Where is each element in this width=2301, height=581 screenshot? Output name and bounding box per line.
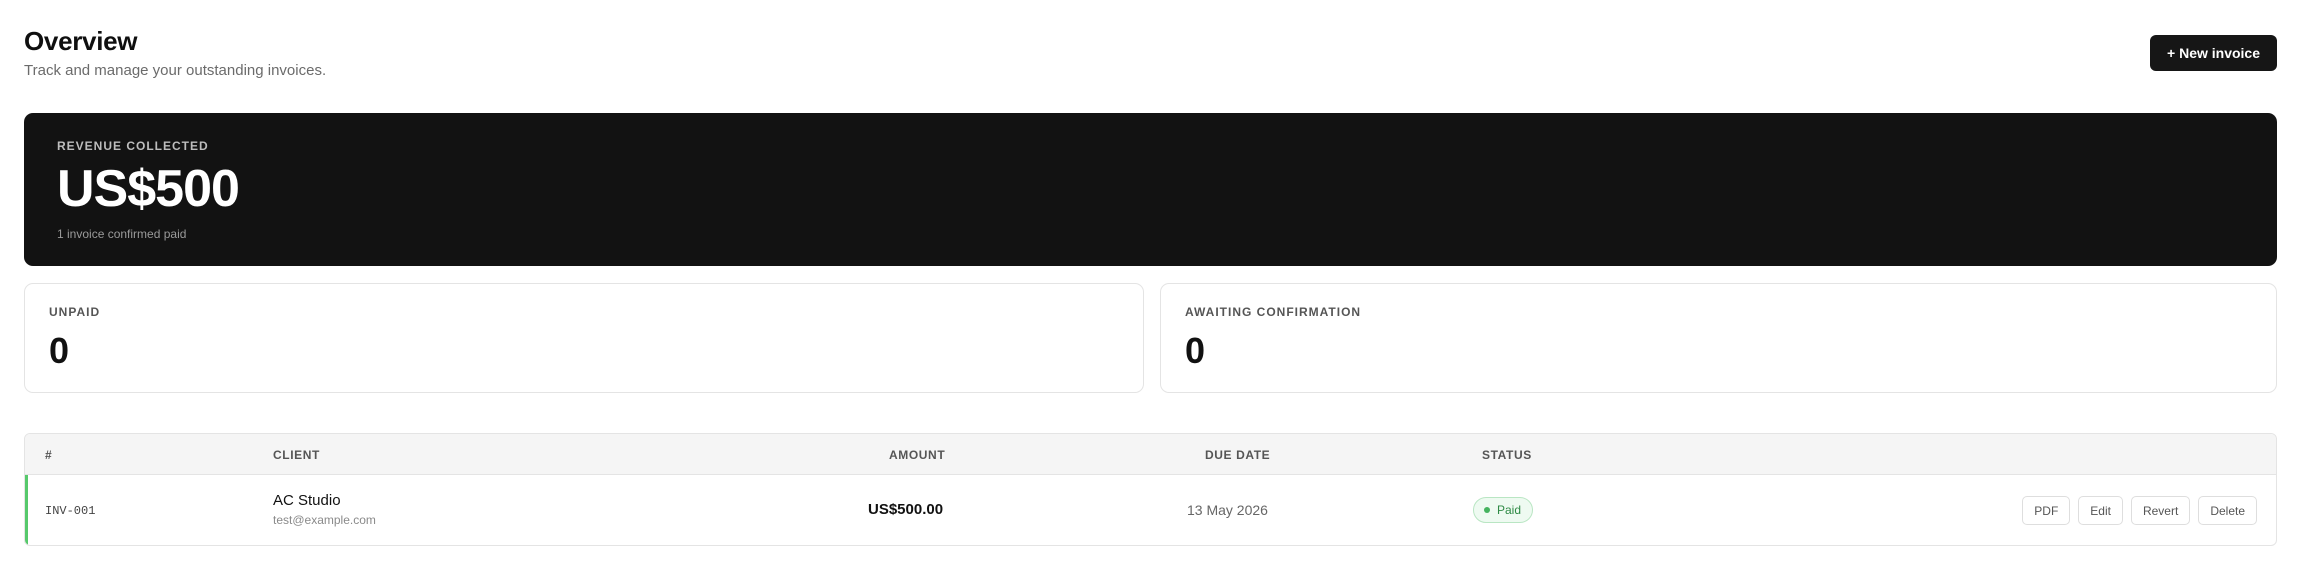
- row-actions: PDF Edit Revert Delete: [2022, 496, 2257, 525]
- invoice-due-date: 13 May 2026: [1187, 502, 1268, 518]
- awaiting-value: 0: [1185, 330, 1206, 371]
- column-header-client: CLIENT: [273, 448, 320, 462]
- invoice-amount: US$500.00: [868, 501, 944, 518]
- awaiting-confirmation-card: AWAITING CONFIRMATION 0: [1160, 283, 2277, 393]
- table-row: INV-001 AC Studio test@example.com US$50…: [25, 475, 2276, 545]
- table-header: # CLIENT AMOUNT DUE DATE STATUS: [25, 434, 2276, 475]
- client-email: test@example.com: [273, 513, 376, 527]
- status-badge: Paid: [1473, 497, 1534, 523]
- delete-button[interactable]: Delete: [2198, 496, 2257, 525]
- page-title: Overview: [24, 26, 138, 56]
- invoice-table: # CLIENT AMOUNT DUE DATE STATUS INV-001 …: [24, 433, 2277, 546]
- awaiting-label: AWAITING CONFIRMATION: [1185, 305, 1362, 319]
- column-header-due-date: DUE DATE: [1205, 448, 1271, 462]
- pdf-button[interactable]: PDF: [2022, 496, 2071, 525]
- column-header-status: STATUS: [1482, 448, 1532, 462]
- status-dot-icon: [1484, 507, 1490, 513]
- revenue-note: 1 invoice confirmed paid: [57, 227, 187, 241]
- page-header: Overview Track and manage your outstandi…: [24, 24, 2277, 114]
- unpaid-value: 0: [49, 330, 70, 371]
- revenue-value: US$500: [57, 160, 240, 218]
- overview-page: Overview Track and manage your outstandi…: [0, 0, 2301, 581]
- page-subtitle: Track and manage your outstanding invoic…: [24, 62, 327, 79]
- column-header-amount: AMOUNT: [889, 448, 946, 462]
- edit-button[interactable]: Edit: [2078, 496, 2123, 525]
- unpaid-label: UNPAID: [49, 305, 101, 319]
- unpaid-card: UNPAID 0: [24, 283, 1144, 393]
- invoice-number: INV-001: [45, 504, 96, 518]
- new-invoice-label: + New invoice: [2167, 45, 2260, 61]
- client-cell: AC Studio test@example.com: [273, 492, 376, 527]
- revenue-label: REVENUE COLLECTED: [57, 139, 209, 153]
- new-invoice-button[interactable]: + New invoice: [2150, 35, 2277, 71]
- revenue-collected-card: REVENUE COLLECTED US$500 1 invoice confi…: [24, 113, 2277, 266]
- client-name: AC Studio: [273, 492, 341, 509]
- column-header-number: #: [45, 448, 53, 462]
- status-label: Paid: [1497, 503, 1522, 517]
- revert-button[interactable]: Revert: [2130, 496, 2191, 525]
